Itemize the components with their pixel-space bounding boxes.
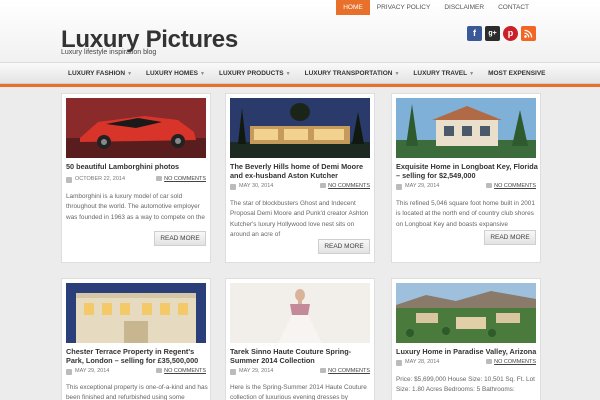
calendar-icon (66, 368, 72, 375)
nav-label: MOST EXPENSIVE (488, 70, 546, 77)
post-title[interactable]: Chester Terrace Property in Regent's Par… (66, 347, 208, 365)
nav-label: LUXURY TRANSPORTATION (304, 70, 393, 77)
post-title[interactable]: Tarek Sinno Haute Couture Spring-Summer … (230, 347, 372, 365)
post-thumbnail[interactable] (230, 283, 370, 343)
post-excerpt: Lamborghini is a luxury model of car sol… (66, 193, 205, 221)
post-comments-link[interactable]: NO COMMENTS (156, 367, 206, 376)
post-date: MAY 28, 2014 (405, 359, 440, 365)
chevron-down-icon: ▼ (394, 71, 400, 77)
nav-label: LUXURY HOMES (146, 70, 199, 77)
chevron-down-icon: ▼ (285, 71, 291, 77)
comment-icon (156, 368, 163, 374)
post-excerpt: This refined 5,046 square foot home buil… (396, 200, 535, 228)
nav-luxury-transportation[interactable]: LUXURY TRANSPORTATION ▼ (298, 63, 407, 84)
post-card: 50 beautiful Lamborghini photos OCTOBER … (61, 93, 211, 263)
read-more-button[interactable]: READ MORE (154, 231, 206, 246)
post-title[interactable]: 50 beautiful Lamborghini photos (66, 162, 208, 171)
post-meta: MAY 30, 2014 NO COMMENTS (230, 182, 372, 191)
chevron-down-icon: ▼ (127, 71, 133, 77)
post-meta: MAY 29, 2014 NO COMMENTS (396, 182, 538, 191)
comments-label: NO COMMENTS (164, 368, 206, 374)
site-tagline: Luxury lifestyle inspiration blog (61, 49, 157, 56)
topnav-privacy-policy[interactable]: PRIVACY POLICY (370, 0, 438, 15)
nav-luxury-products[interactable]: LUXURY PRODUCTS ▼ (212, 63, 298, 84)
comment-icon (320, 368, 327, 374)
comment-icon (320, 183, 327, 189)
calendar-icon (66, 176, 72, 183)
post-comments-link[interactable]: NO COMMENTS (320, 367, 370, 376)
comment-icon (486, 183, 493, 189)
comments-label: NO COMMENTS (328, 183, 370, 189)
nav-label: LUXURY PRODUCTS (218, 70, 284, 77)
google-plus-icon[interactable]: g+ (485, 26, 500, 41)
social-icons: f g+ p (467, 26, 536, 41)
calendar-icon (230, 368, 236, 375)
chevron-down-icon: ▼ (469, 71, 475, 77)
post-comments-link[interactable]: NO COMMENTS (486, 358, 536, 367)
post-date: MAY 29, 2014 (239, 368, 274, 374)
post-card: Luxury Home in Paradise Valley, Arizona … (391, 278, 541, 400)
post-card: Exquisite Home in Longboat Key, Florida … (391, 93, 541, 263)
post-excerpt: Price: $5,699,000 House Size: 10,501 Sq.… (396, 376, 535, 394)
post-excerpt: The star of blockbusters Ghost and Indec… (230, 200, 369, 238)
comment-icon (156, 176, 163, 182)
post-thumbnail[interactable] (66, 98, 206, 158)
post-comments-link[interactable]: NO COMMENTS (486, 182, 536, 191)
pinterest-icon[interactable]: p (503, 26, 518, 41)
post-thumbnail[interactable] (230, 98, 370, 158)
post-date: OCTOBER 22, 2014 (75, 176, 126, 182)
nav-luxury-fashion[interactable]: LUXURY FASHION ▼ (61, 63, 139, 84)
nav-luxury-travel[interactable]: LUXURY TRAVEL ▼ (406, 63, 481, 84)
nav-label: LUXURY TRAVEL (413, 70, 468, 77)
calendar-icon (396, 359, 402, 366)
chevron-down-icon: ▼ (200, 71, 205, 77)
post-meta: MAY 29, 2014 NO COMMENTS (230, 367, 372, 376)
comment-icon (486, 359, 493, 365)
post-card: Chester Terrace Property in Regent's Par… (61, 278, 211, 400)
comments-label: NO COMMENTS (164, 176, 206, 182)
post-thumbnail[interactable] (396, 98, 536, 158)
post-date: MAY 29, 2014 (75, 368, 110, 374)
post-thumbnail[interactable] (396, 283, 536, 343)
calendar-icon (230, 183, 236, 190)
main-navigation: LUXURY FASHION ▼ LUXURY HOMES ▼ LUXURY PRO… (0, 62, 600, 84)
post-meta: MAY 29, 2014 NO COMMENTS (66, 367, 208, 376)
read-more-button[interactable]: READ MORE (484, 230, 536, 245)
post-comments-link[interactable]: NO COMMENTS (156, 175, 206, 184)
post-card: Tarek Sinno Haute Couture Spring-Summer … (225, 278, 375, 400)
post-date: MAY 30, 2014 (239, 183, 274, 189)
post-excerpt: Here is the Spring-Summer 2014 Haute Cou… (230, 384, 367, 400)
topnav-contact[interactable]: CONTACT (491, 0, 536, 15)
site-header: HOME PRIVACY POLICY DISCLAIMER CONTACT L… (0, 0, 600, 62)
post-title[interactable]: Exquisite Home in Longboat Key, Florida … (396, 162, 538, 180)
topnav-disclaimer[interactable]: DISCLAIMER (437, 0, 491, 15)
post-title[interactable]: Luxury Home in Paradise Valley, Arizona (396, 347, 538, 356)
calendar-icon (396, 183, 402, 190)
post-comments-link[interactable]: NO COMMENTS (320, 182, 370, 191)
post-date: MAY 29, 2014 (405, 183, 440, 189)
facebook-icon[interactable]: f (467, 26, 482, 41)
read-more-button[interactable]: READ MORE (318, 239, 370, 254)
post-card: The Beverly Hills home of Demi Moore and… (225, 93, 375, 263)
comments-label: NO COMMENTS (494, 183, 536, 189)
comments-label: NO COMMENTS (494, 359, 536, 365)
rss-icon[interactable] (521, 26, 536, 41)
post-thumbnail[interactable] (66, 283, 206, 343)
nav-most-expensive[interactable]: MOST EXPENSIVE (481, 63, 552, 84)
post-excerpt: This exceptional property is one-of-a-ki… (66, 384, 208, 400)
nav-luxury-homes[interactable]: LUXURY HOMES ▼ (139, 63, 212, 84)
topnav-home[interactable]: HOME (336, 0, 370, 15)
post-title[interactable]: The Beverly Hills home of Demi Moore and… (230, 162, 372, 180)
post-meta: MAY 28, 2014 NO COMMENTS (396, 358, 538, 367)
comments-label: NO COMMENTS (328, 368, 370, 374)
accent-bar (0, 84, 600, 87)
post-meta: OCTOBER 22, 2014 NO COMMENTS (66, 175, 208, 184)
nav-label: LUXURY FASHION (68, 70, 126, 77)
top-navigation: HOME PRIVACY POLICY DISCLAIMER CONTACT (336, 0, 536, 15)
